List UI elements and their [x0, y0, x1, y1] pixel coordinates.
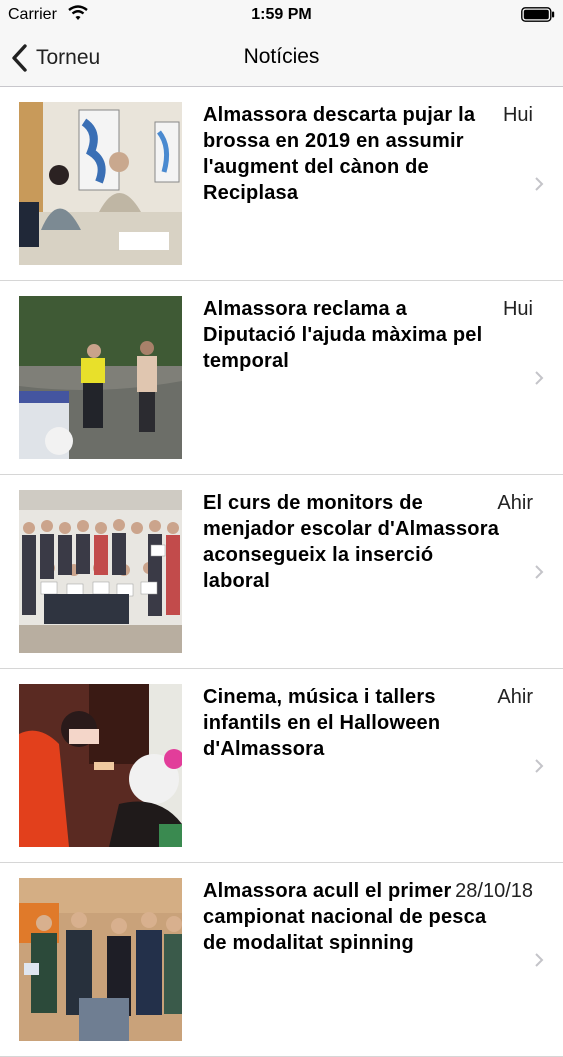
news-list: Almassora descarta pujar la brossa en 20… — [0, 87, 563, 1057]
news-item[interactable]: Cinema, música i tallers infantils en el… — [0, 669, 563, 863]
chevron-right-icon — [535, 759, 544, 773]
chevron-right-icon — [535, 371, 544, 385]
storm-photo — [19, 296, 182, 459]
status-bar: Carrier 1:59 PM — [0, 0, 563, 30]
news-thumbnail — [19, 878, 182, 1041]
news-thumbnail — [19, 102, 182, 265]
news-headline: Almassora reclama a Diputació l'ajuda mà… — [203, 298, 483, 372]
news-headline: El curs de monitors de menjador escolar … — [203, 492, 500, 592]
chevron-right-icon — [535, 177, 544, 191]
news-date: Hui — [502, 104, 533, 126]
news-date: Ahir — [497, 492, 533, 514]
news-headline: Almassora descarta pujar la brossa en 20… — [203, 104, 476, 204]
group-photo — [19, 490, 182, 653]
news-item[interactable]: El curs de monitors de menjador escolar … — [0, 475, 563, 669]
news-date: 28/10/18 — [455, 880, 533, 902]
news-date: Hui — [502, 298, 533, 320]
news-item[interactable]: Almassora descarta pujar la brossa en 20… — [0, 87, 563, 281]
fishing-photo — [19, 878, 182, 1041]
news-item[interactable]: Almassora reclama a Diputació l'ajuda mà… — [0, 281, 563, 475]
chevron-right-icon — [535, 565, 544, 579]
news-headline: Cinema, música i tallers infantils en el… — [203, 686, 441, 760]
news-date: Ahir — [497, 686, 533, 708]
chevron-right-icon — [535, 953, 544, 967]
battery-icon — [521, 7, 555, 22]
news-thumbnail — [19, 684, 182, 847]
news-thumbnail — [19, 296, 182, 459]
meeting-photo — [19, 102, 182, 265]
news-thumbnail — [19, 490, 182, 653]
page-title: Notícies — [243, 45, 320, 68]
navigation-bar: Torneu Notícies — [0, 30, 563, 87]
news-item[interactable]: Almassora acull el primer campionat naci… — [0, 863, 563, 1057]
status-time: 1:59 PM — [251, 6, 312, 23]
halloween-photo — [19, 684, 182, 847]
